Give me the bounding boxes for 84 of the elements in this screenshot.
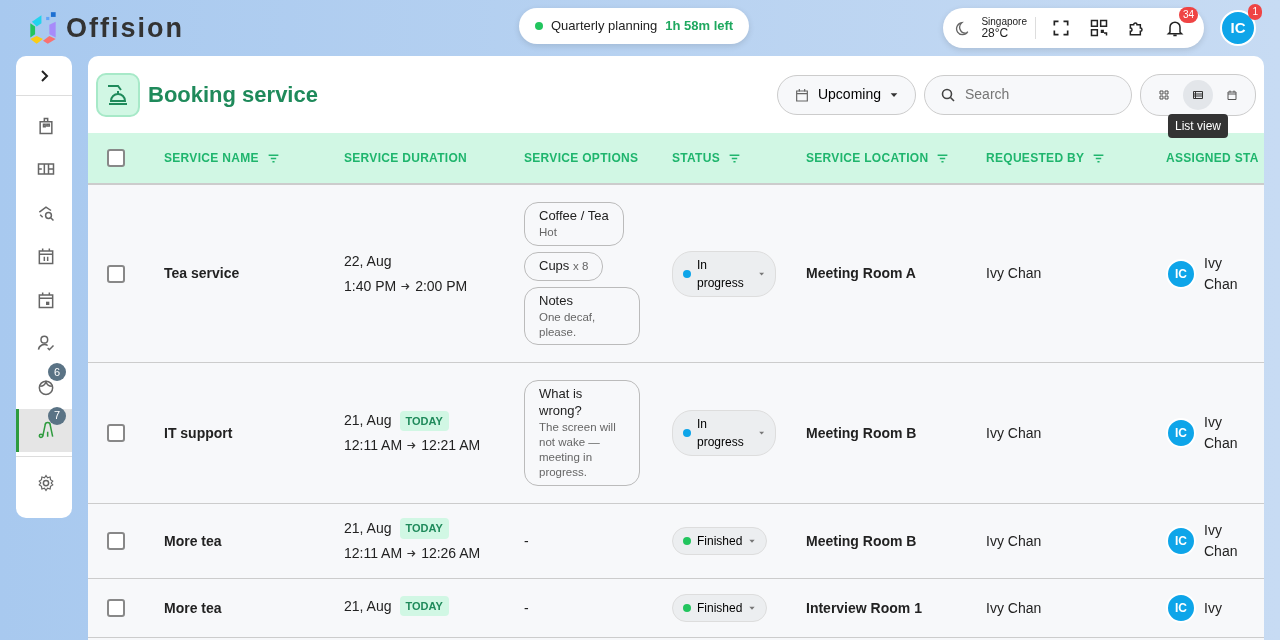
option-title: What is wrong? <box>539 386 584 421</box>
date-text: 21, Aug <box>344 519 392 538</box>
date-text: 21, Aug <box>344 411 392 431</box>
service-name: Tea service <box>164 265 240 282</box>
tooltip: List view <box>1168 113 1228 138</box>
option-detail: One decaf, please. <box>539 309 597 340</box>
assignee-name: Ivy Chan <box>1204 413 1239 454</box>
assignee-name: Ivy <box>1204 598 1223 618</box>
chevron-right-icon <box>39 69 49 82</box>
notification-badge: 1 <box>1248 4 1262 20</box>
list-icon <box>1192 88 1204 101</box>
location-text: Meeting Room B <box>806 532 917 549</box>
calendar-icon <box>793 86 810 103</box>
status-dropdown[interactable]: In progress <box>672 250 776 297</box>
end-time: 12:26 AM <box>421 544 481 563</box>
requester-name: Ivy Chan <box>986 532 1042 549</box>
start-time: 12:11 AM <box>344 436 403 456</box>
timer-label: Quarterly planning <box>551 17 658 36</box>
service-icon <box>96 72 140 117</box>
option-detail: Hot <box>539 224 558 240</box>
caret-down-icon <box>748 537 757 545</box>
end-time: 2:00 PM <box>415 276 468 296</box>
start-time: 1:40 PM <box>344 276 397 296</box>
user-avatar: IC <box>1166 418 1196 449</box>
location-text: Meeting Room B <box>806 424 917 441</box>
status-dropdown[interactable]: Finished <box>672 594 768 622</box>
status-dropdown[interactable]: In progress <box>672 410 776 457</box>
date-text: 22, Aug <box>344 251 392 271</box>
row-checkbox[interactable] <box>107 532 125 550</box>
date-text: 21, Aug <box>344 596 392 616</box>
option-title: Notes <box>539 292 574 310</box>
caret-down-icon <box>748 604 757 612</box>
arrow-right-icon <box>406 548 418 559</box>
requester-name: Ivy Chan <box>986 265 1042 282</box>
today-badge: TODAY <box>399 410 449 431</box>
row-checkbox[interactable] <box>107 264 125 283</box>
assignee-name: Ivy Chan <box>1204 521 1239 561</box>
user-avatar: IC <box>1166 526 1196 556</box>
row-checkbox[interactable] <box>107 599 125 617</box>
sidebar-item[interactable]: 6 <box>16 365 72 409</box>
notification-badge: 34 <box>1178 7 1198 23</box>
filter-dropdown[interactable]: Upcoming <box>776 74 916 115</box>
search-icon <box>941 87 955 102</box>
service-name: More tea <box>164 599 222 616</box>
time-remaining: 1h 58m left <box>665 17 734 36</box>
search-field[interactable]: Search <box>963 83 1113 106</box>
user-avatar: IC <box>1166 593 1196 623</box>
page-title: Booking service <box>148 81 318 109</box>
location-text: Meeting Room A <box>806 265 916 282</box>
person-check-icon <box>35 333 56 354</box>
arrow-right-icon <box>400 280 412 292</box>
empty-value: - <box>524 599 529 616</box>
select-all-checkbox[interactable] <box>107 149 125 167</box>
end-time: 12:21 AM <box>421 436 481 456</box>
count-badge: 6 <box>48 363 66 381</box>
today-badge: TODAY <box>399 595 449 617</box>
option-title: Coffee / Tea <box>539 208 609 225</box>
start-time: 12:11 AM <box>344 544 403 563</box>
service-name: More tea <box>164 532 222 549</box>
sidebar-item[interactable]: 7 <box>16 408 72 452</box>
user-avatar: IC <box>1166 258 1196 289</box>
settings-icon <box>36 473 55 492</box>
requester-name: Ivy Chan <box>986 424 1042 441</box>
expand-icon <box>1051 18 1071 38</box>
requester-name: Ivy Chan <box>986 599 1042 616</box>
brand-name: Offision <box>66 11 184 45</box>
row-checkbox[interactable] <box>107 424 125 443</box>
option-chip: Cups x 8 <box>524 251 604 281</box>
grid-icon <box>1158 88 1170 101</box>
search-bar[interactable]: Search <box>924 74 1132 115</box>
weather-city: Singapore <box>981 17 1027 27</box>
count-badge: 7 <box>48 406 66 425</box>
timer-pill[interactable]: Quarterly planning 1h 58m left <box>519 8 750 44</box>
location-text: Interview Room 1 <box>806 599 922 616</box>
today-badge: TODAY <box>399 518 449 539</box>
assignee-name: Ivy Chan <box>1204 253 1239 294</box>
qr-code-icon <box>1089 18 1109 38</box>
calendar-icon <box>1226 88 1238 101</box>
option-detail: The screen will not wake — meeting in progress. <box>539 420 617 480</box>
service-name: IT support <box>164 424 233 441</box>
arrow-right-icon <box>406 440 418 452</box>
status-dropdown[interactable]: Finished <box>672 527 768 555</box>
empty-value: - <box>524 532 529 549</box>
weather-temp: 28°C <box>981 27 1009 39</box>
